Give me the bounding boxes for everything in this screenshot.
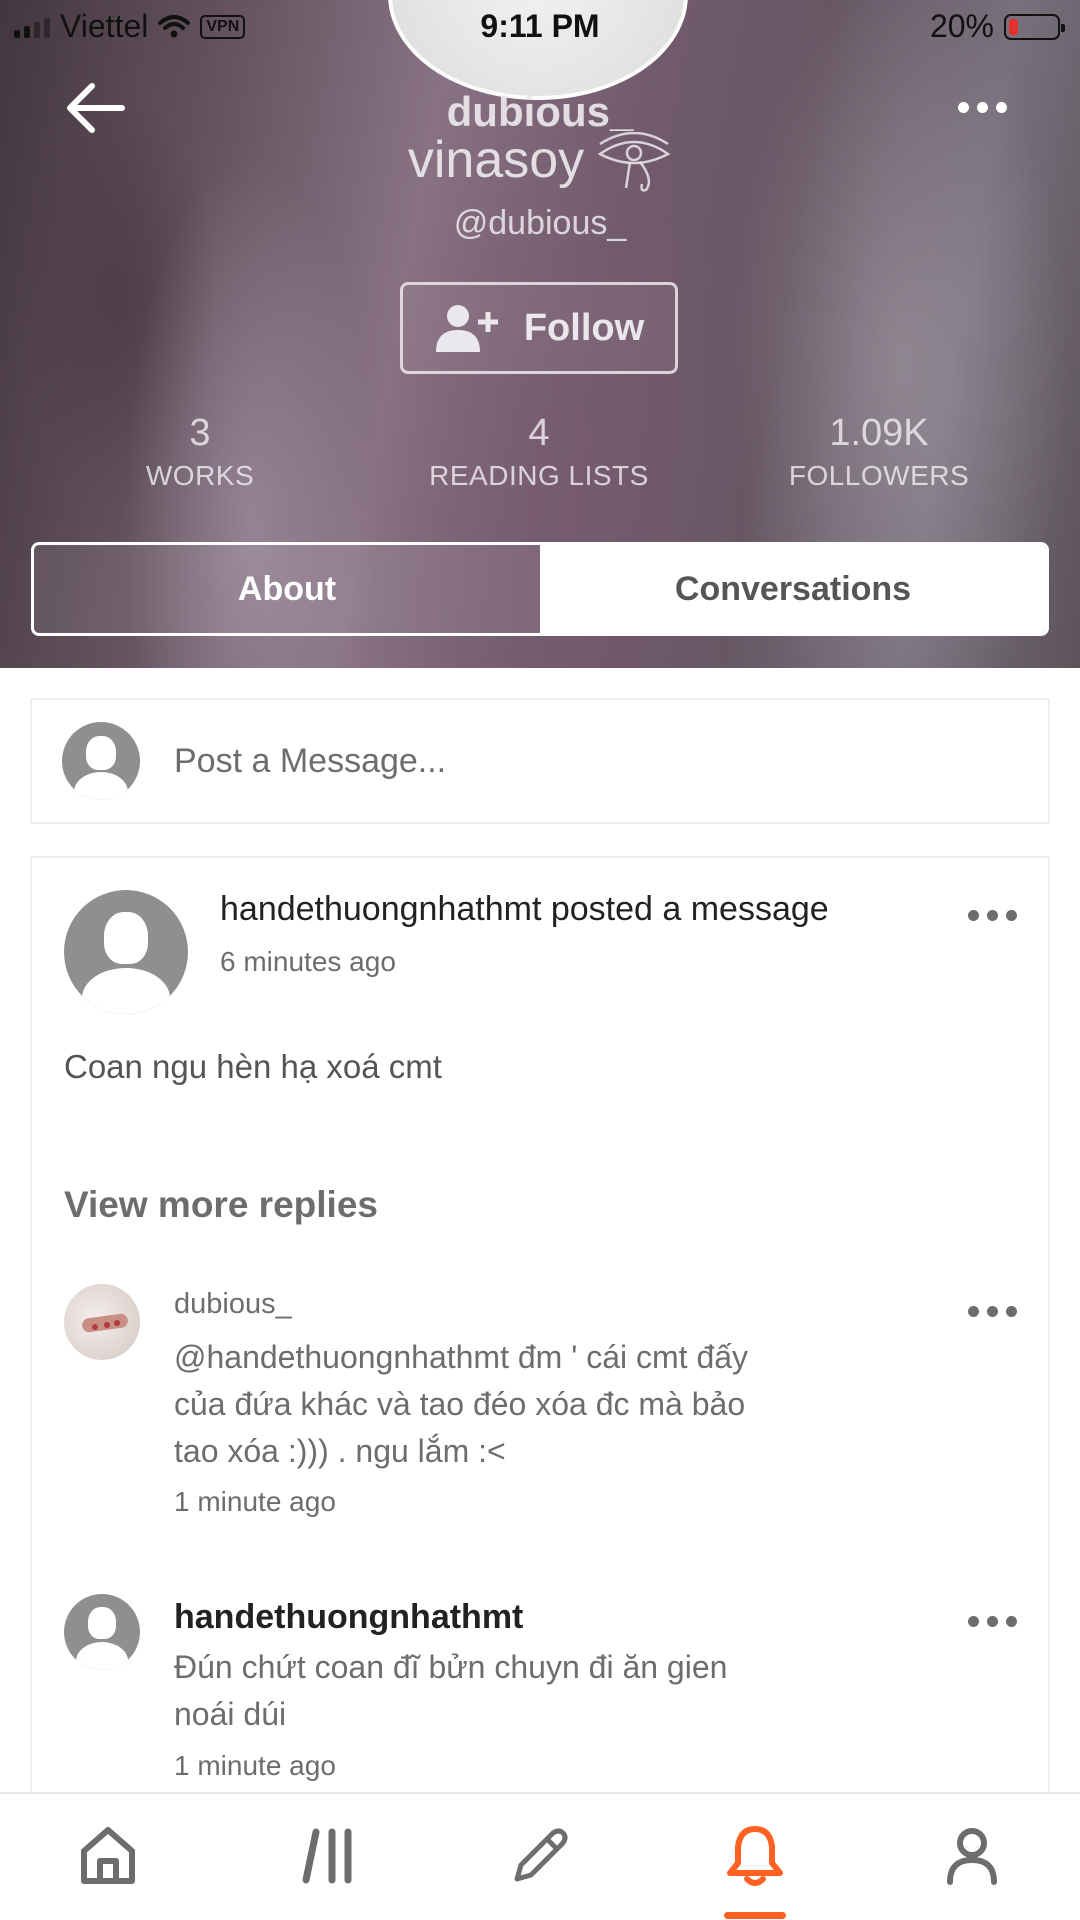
tab-about[interactable]: About: [34, 545, 540, 633]
message-input[interactable]: Post a Message...: [174, 742, 446, 781]
reply-author[interactable]: dubious_: [174, 1288, 292, 1321]
nav-library[interactable]: [288, 1816, 368, 1896]
reply-text: @handethuongnhathmt đm ' cái cmt đấy của…: [174, 1339, 749, 1469]
battery-percent: 20%: [929, 8, 994, 44]
status-bar: Viettel VPN 9:11 PM 20%: [0, 0, 1080, 56]
nav-home[interactable]: [68, 1816, 148, 1896]
stat-reading-lists[interactable]: 4 READING LISTS: [389, 410, 689, 496]
nav-write[interactable]: [500, 1816, 580, 1896]
reply-avatar[interactable]: [64, 1284, 140, 1360]
clock: 9:11 PM: [480, 8, 600, 44]
add-user-icon: [435, 305, 498, 352]
follow-button[interactable]: Follow: [400, 282, 678, 374]
message-text: Coan ngu hèn hạ xoá cmt: [64, 1048, 442, 1085]
nav-profile[interactable]: [932, 1816, 1012, 1896]
home-icon: [81, 1827, 135, 1884]
profile-username: dubious_: [446, 88, 634, 135]
message-time: 6 minutes ago: [220, 946, 396, 977]
reply-text: Đún chứt coan đĩ bửn chuyn đi ăn gien no…: [174, 1649, 728, 1732]
tab-conversations[interactable]: Conversations: [540, 545, 1046, 633]
reply-author[interactable]: handethuongnhathmt: [174, 1598, 523, 1637]
poster-avatar[interactable]: [64, 890, 188, 1014]
stat-works[interactable]: 3 WORKS: [50, 410, 350, 496]
stat-followers[interactable]: 1.09K FOLLOWERS: [729, 410, 1029, 496]
profile-header: Viettel VPN 9:11 PM 20% dubious_ vinasoy…: [0, 0, 1080, 668]
message-card: handethuongnhathmt posted a message 6 mi…: [30, 856, 1050, 1920]
profile-tabs: About Conversations: [31, 542, 1049, 636]
follow-label: Follow: [523, 306, 645, 349]
profile-display-name: vinasoy: [0, 130, 1080, 194]
reply-options-icon[interactable]: [968, 1616, 1017, 1627]
library-icon: [302, 1828, 352, 1884]
message-composer[interactable]: Post a Message...: [30, 698, 1050, 824]
message-options-icon[interactable]: [968, 910, 1017, 921]
bottom-navigation: [0, 1792, 1080, 1920]
message-title[interactable]: handethuongnhathmt posted a message: [220, 890, 829, 929]
battery-icon: [1004, 13, 1065, 40]
pencil-icon: [514, 1828, 568, 1882]
nav-notifications[interactable]: [715, 1816, 795, 1896]
eye-of-horus-icon: [597, 132, 671, 192]
my-avatar: [62, 722, 140, 800]
active-tab-indicator: [724, 1912, 786, 1919]
reply-options-icon[interactable]: [968, 1306, 1017, 1317]
reply-avatar[interactable]: [64, 1594, 140, 1670]
reply-time: 1 minute ago: [174, 1750, 336, 1781]
reply-time: 1 minute ago: [174, 1486, 336, 1517]
bell-icon: [727, 1826, 783, 1886]
profile-handle: @dubious_: [453, 204, 627, 242]
profile-icon: [947, 1828, 997, 1885]
view-more-replies-link[interactable]: View more replies: [64, 1184, 378, 1226]
